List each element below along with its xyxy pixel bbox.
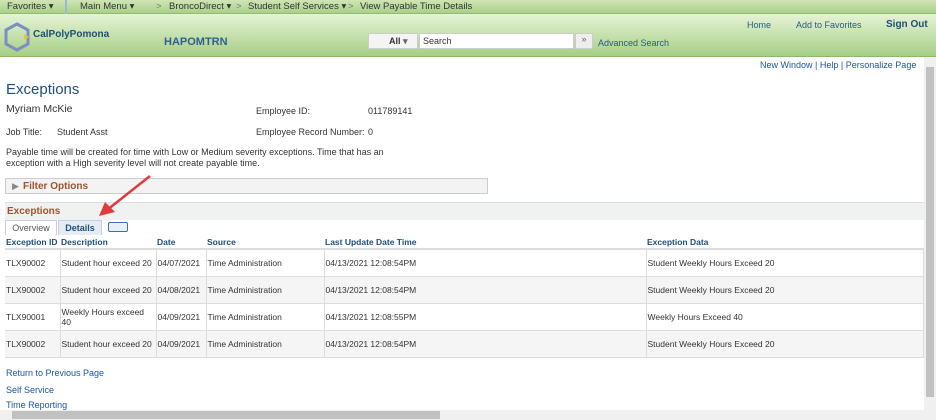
- table-row: TLX90002 Student hour exceed 20 04/07/2021…: [5, 249, 924, 277]
- cell-exception-id: TLX90002: [5, 249, 61, 277]
- cell-exception-data: Weekly Hours Exceed 40: [646, 303, 924, 331]
- cell-source: Time Administration: [206, 276, 325, 304]
- cell-exception-id: TLX90002: [5, 330, 61, 358]
- cell-source: Time Administration: [206, 303, 325, 331]
- col-exception-id[interactable]: Exception ID: [5, 236, 60, 250]
- cell-date: 04/09/2021: [156, 303, 207, 331]
- cell-exception-data: Student Weekly Hours Exceed 20: [646, 249, 924, 277]
- top-nav-bar: Favorites ▾ Main Menu ▾ > BroncoDirect ▾…: [0, 0, 936, 14]
- chevron-down-icon: ▾: [403, 36, 408, 46]
- add-to-favorites-link[interactable]: Add to Favorites: [796, 20, 862, 30]
- search-input[interactable]: Search: [419, 33, 574, 49]
- system-name: HAPOMTRN: [164, 36, 228, 48]
- page-title: Exceptions: [6, 81, 80, 98]
- return-to-previous-page-link[interactable]: Return to Previous Page: [6, 368, 104, 378]
- cell-last-update: 04/13/2021 12:08:55PM: [324, 303, 647, 331]
- chevron-right-icon: >: [236, 1, 242, 12]
- cell-source: Time Administration: [206, 249, 325, 277]
- breadcrumb-student-self-services[interactable]: Student Self Services ▾: [248, 1, 346, 12]
- filter-options-toggle[interactable]: ▶ Filter Options: [5, 178, 488, 194]
- cell-description: Student hour exceed 20: [60, 276, 157, 304]
- cell-date: 04/07/2021: [156, 249, 207, 277]
- vertical-scroll-thumb[interactable]: [926, 67, 934, 397]
- col-exception-data[interactable]: Exception Data: [646, 236, 924, 250]
- cell-last-update: 04/13/2021 12:08:54PM: [324, 249, 647, 277]
- filter-options-label: Filter Options: [23, 181, 88, 192]
- col-date[interactable]: Date: [156, 236, 206, 250]
- cell-description: Student hour exceed 20: [60, 330, 157, 358]
- cell-exception-data: Student Weekly Hours Exceed 20: [646, 330, 924, 358]
- table-row: TLX90002 Student hour exceed 20 04/09/2021…: [5, 330, 924, 358]
- chevron-right-icon: >: [156, 1, 162, 12]
- vertical-scrollbar[interactable]: [924, 57, 936, 420]
- payable-time-note: Payable time will be created for time wi…: [6, 147, 384, 168]
- col-last-update[interactable]: Last Update Date Time: [324, 236, 646, 250]
- employee-id-label: Employee ID:: [256, 106, 311, 116]
- advanced-search-link[interactable]: Advanced Search: [598, 38, 669, 48]
- cell-exception-data: Student Weekly Hours Exceed 20: [646, 276, 924, 304]
- tab-overview[interactable]: Overview: [5, 220, 57, 235]
- record-number-label: Employee Record Number:: [256, 127, 365, 137]
- main-menu[interactable]: Main Menu ▾: [80, 1, 134, 12]
- col-description[interactable]: Description: [60, 236, 156, 250]
- employee-id: 011789141: [368, 106, 413, 116]
- show-all-columns-icon[interactable]: [108, 222, 128, 232]
- home-link[interactable]: Home: [747, 20, 771, 30]
- logo-text: CalPolyPomona: [33, 29, 110, 40]
- search-button[interactable]: »: [575, 33, 593, 49]
- new-window-link[interactable]: New Window: [760, 60, 813, 70]
- cell-date: 04/09/2021: [156, 330, 207, 358]
- breadcrumb-current[interactable]: View Payable Time Details: [360, 1, 472, 12]
- col-source[interactable]: Source: [206, 236, 324, 250]
- sign-out-link[interactable]: Sign Out: [886, 19, 928, 30]
- job-title: Student Asst: [57, 127, 108, 137]
- divider: |: [815, 60, 818, 70]
- breadcrumb-broncodirect[interactable]: BroncoDirect ▾: [169, 1, 231, 12]
- help-link[interactable]: Help: [820, 60, 839, 70]
- logo-icon: [4, 22, 30, 52]
- search-scope-select[interactable]: All ▾: [368, 33, 418, 49]
- cell-date: 04/08/2021: [156, 276, 207, 304]
- triangle-right-icon: ▶: [12, 181, 19, 191]
- personalize-page-link[interactable]: Personalize Page: [846, 60, 917, 70]
- chevron-right-icon: >: [348, 1, 354, 12]
- divider: [65, 0, 67, 14]
- cell-last-update: 04/13/2021 12:08:54PM: [324, 276, 647, 304]
- cell-description: Student hour exceed 20: [60, 249, 157, 277]
- search-scope-value: All: [389, 36, 401, 46]
- record-number: 0: [368, 127, 374, 137]
- exceptions-table: Exception ID Description Date Source Las…: [5, 236, 924, 358]
- divider: |: [840, 60, 844, 70]
- cell-exception-id: TLX90001: [5, 303, 61, 331]
- time-reporting-link[interactable]: Time Reporting: [6, 400, 67, 410]
- grid-title: Exceptions: [7, 206, 61, 217]
- cell-exception-id: TLX90002: [5, 276, 61, 304]
- employee-name: Myriam McKie: [6, 103, 73, 115]
- cell-description: Weekly Hours exceed 40: [60, 303, 157, 331]
- double-chevron-icon: »: [581, 34, 587, 44]
- table-row: TLX90002 Student hour exceed 20 04/08/2021…: [5, 276, 924, 304]
- cell-last-update: 04/13/2021 12:08:54PM: [324, 330, 647, 358]
- horizontal-scroll-thumb[interactable]: [12, 411, 440, 419]
- favorites-menu[interactable]: Favorites ▾: [7, 1, 53, 12]
- red-arrow-annotation: [99, 175, 151, 216]
- table-row: TLX90001 Weekly Hours exceed 40 04/09/2021…: [5, 303, 924, 331]
- cell-source: Time Administration: [206, 330, 325, 358]
- job-title-label: Job Title:: [6, 127, 43, 137]
- self-service-link[interactable]: Self Service: [6, 385, 54, 395]
- horizontal-scrollbar[interactable]: [0, 410, 924, 420]
- tab-details[interactable]: Details: [58, 220, 102, 235]
